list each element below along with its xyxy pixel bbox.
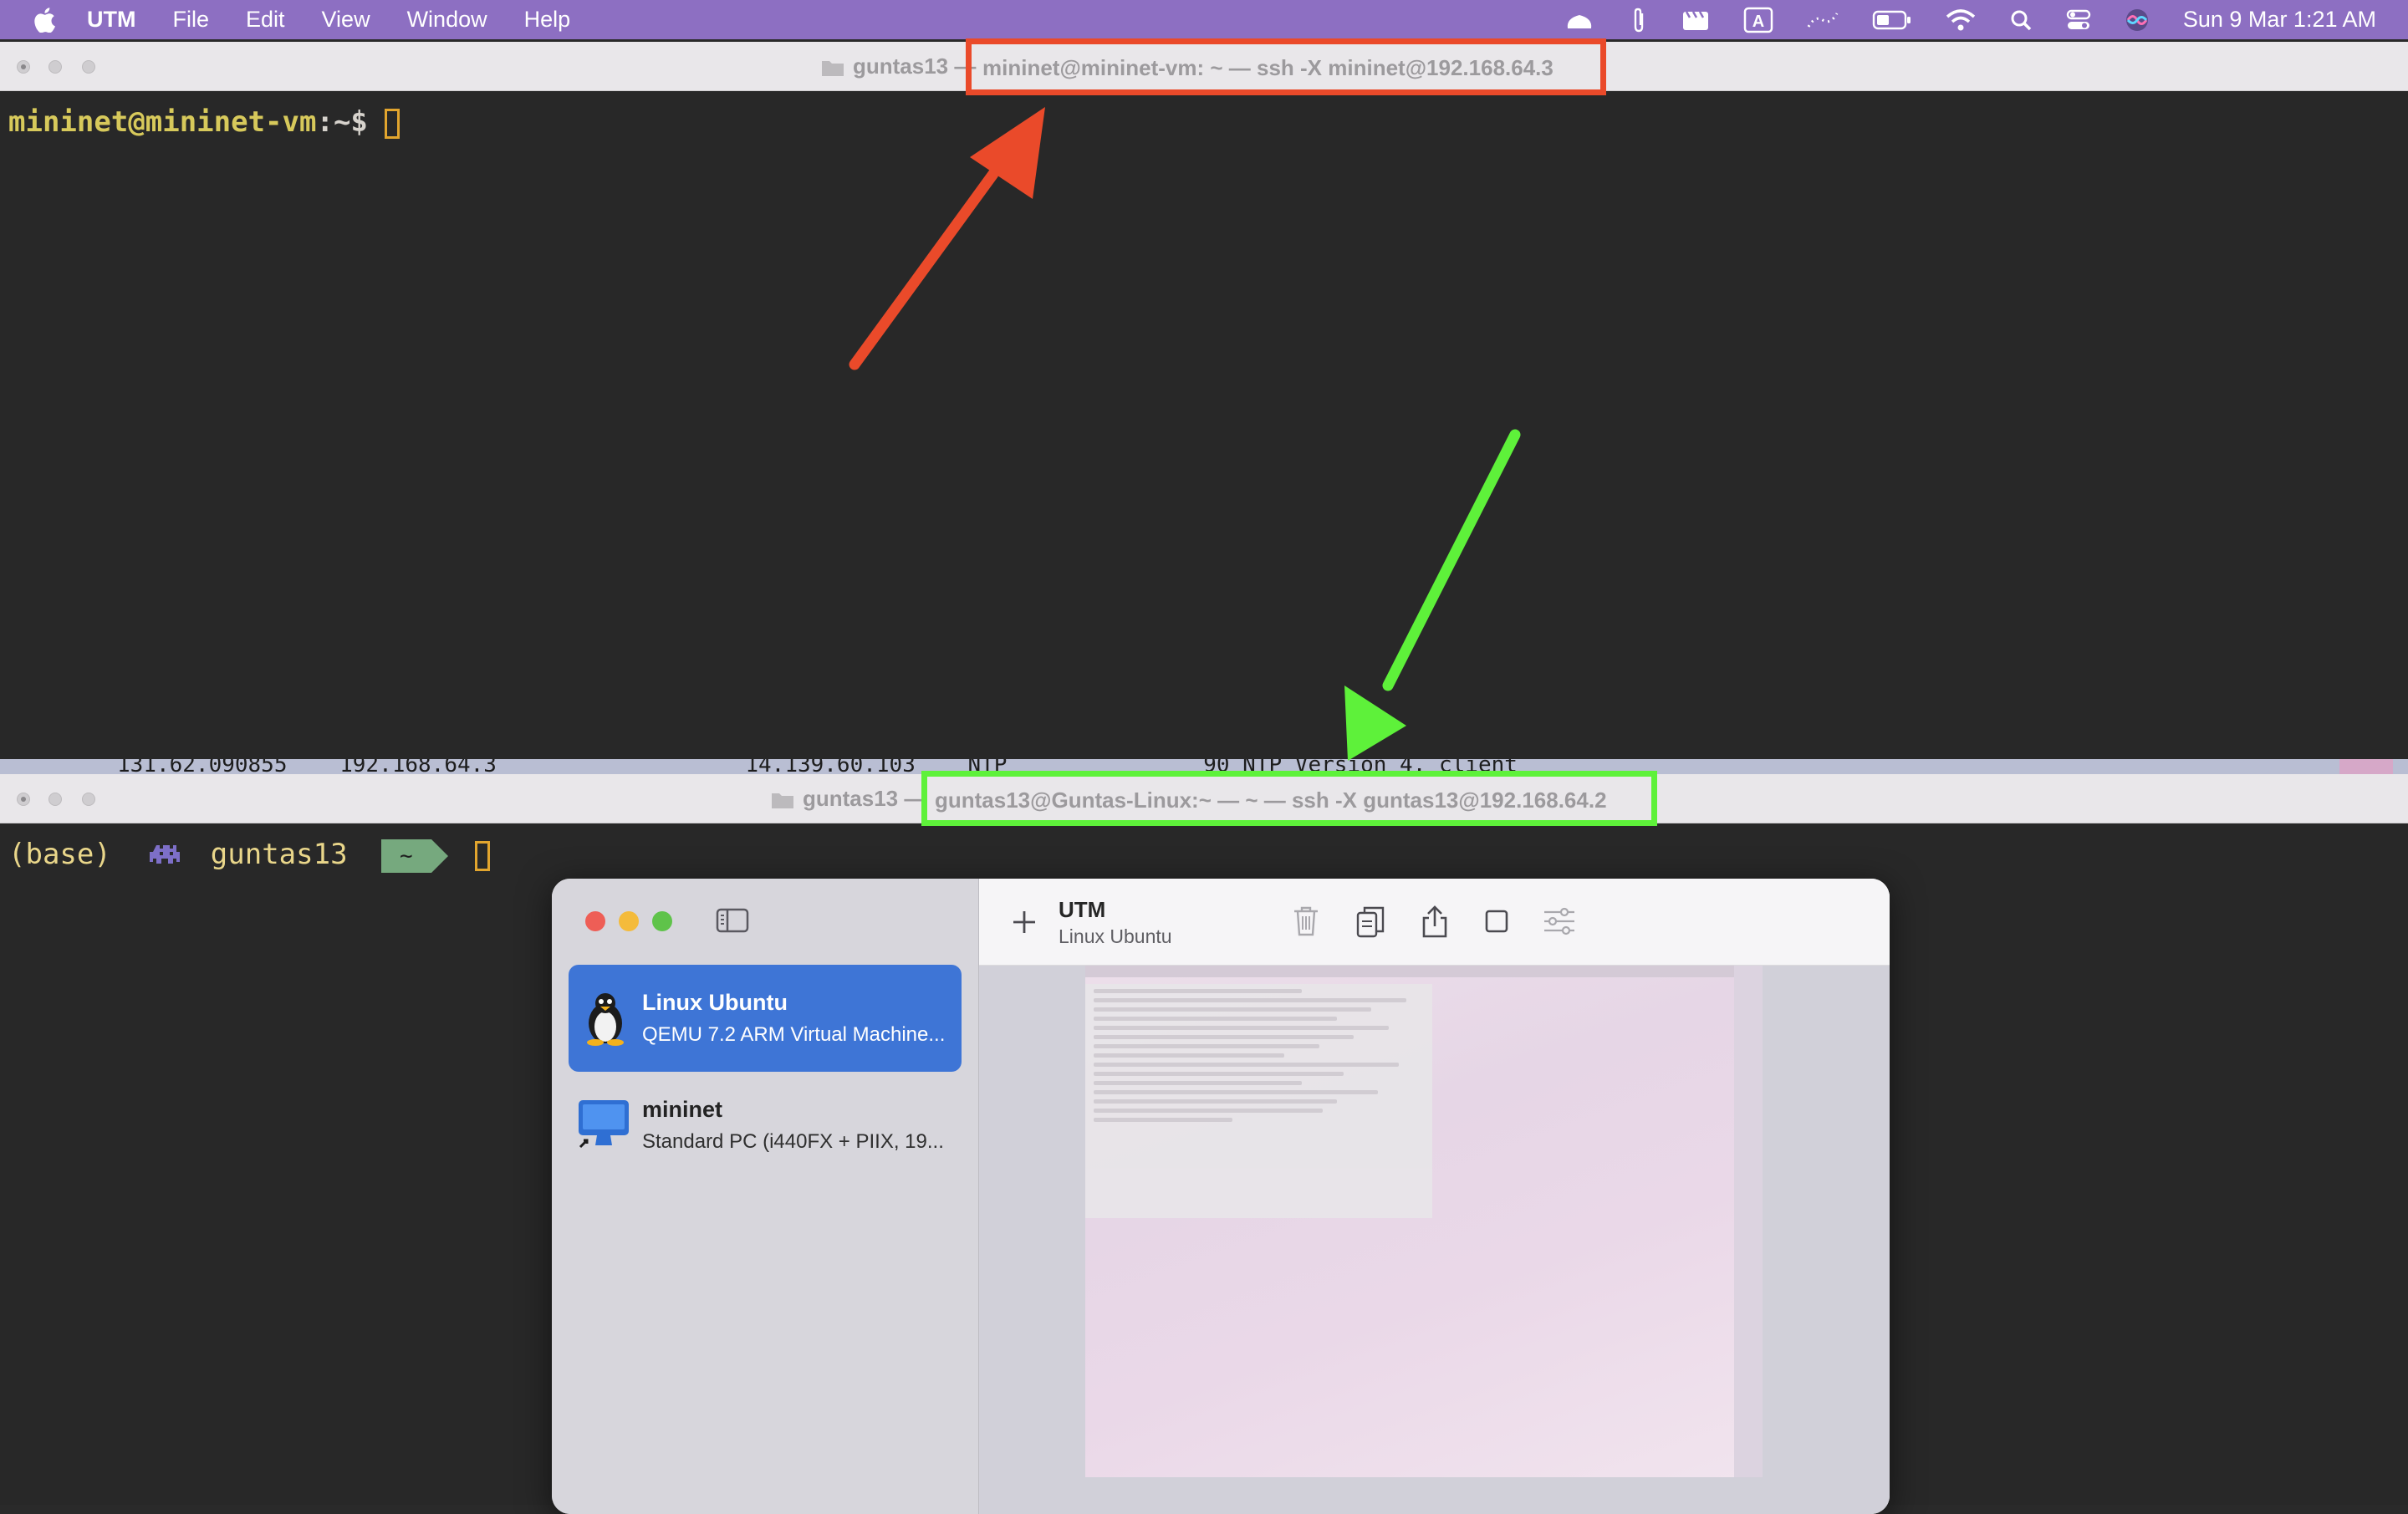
green-arrow xyxy=(1344,429,1521,761)
red-arrow xyxy=(849,107,1045,370)
annotation-arrows xyxy=(849,107,1521,761)
